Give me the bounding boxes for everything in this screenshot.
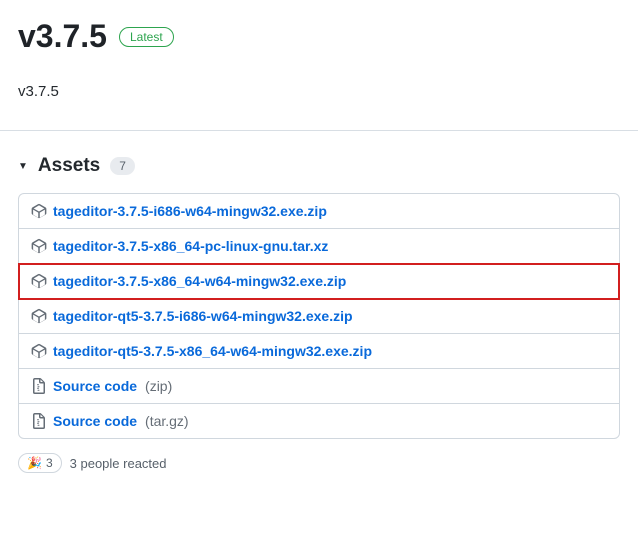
- file-zip-icon: [31, 378, 47, 394]
- reaction-summary: 3 people reacted: [70, 456, 167, 471]
- asset-row: tageditor-qt5-3.7.5-i686-w64-mingw32.exe…: [19, 299, 619, 334]
- assets-count: 7: [110, 157, 135, 175]
- package-icon: [31, 203, 47, 219]
- party-icon: 🎉: [27, 456, 42, 470]
- package-icon: [31, 273, 47, 289]
- package-icon: [31, 238, 47, 254]
- package-icon: [31, 343, 47, 359]
- assets-toggle[interactable]: ▼ Assets 7: [18, 155, 620, 177]
- reaction-button[interactable]: 🎉 3: [18, 453, 62, 473]
- assets-title: Assets: [38, 155, 100, 177]
- asset-row: tageditor-3.7.5-x86_64-pc-linux-gnu.tar.…: [19, 229, 619, 264]
- release-body: v3.7.5: [18, 83, 620, 100]
- file-zip-icon: [31, 413, 47, 429]
- asset-link[interactable]: Source code: [53, 413, 137, 429]
- latest-badge: Latest: [119, 27, 174, 47]
- asset-link[interactable]: tageditor-qt5-3.7.5-x86_64-w64-mingw32.e…: [53, 343, 372, 359]
- asset-link[interactable]: tageditor-qt5-3.7.5-i686-w64-mingw32.exe…: [53, 308, 353, 324]
- reaction-count: 3: [46, 456, 53, 470]
- asset-row: Source code (tar.gz): [19, 404, 619, 438]
- asset-format: (tar.gz): [145, 413, 189, 429]
- caret-down-icon: ▼: [18, 161, 28, 172]
- release-title: v3.7.5: [18, 18, 107, 55]
- asset-list: tageditor-3.7.5-i686-w64-mingw32.exe.zip…: [18, 193, 620, 439]
- asset-link[interactable]: tageditor-3.7.5-i686-w64-mingw32.exe.zip: [53, 203, 327, 219]
- asset-link[interactable]: tageditor-3.7.5-x86_64-pc-linux-gnu.tar.…: [53, 238, 328, 254]
- asset-link[interactable]: Source code: [53, 378, 137, 394]
- asset-row: tageditor-3.7.5-i686-w64-mingw32.exe.zip: [19, 194, 619, 229]
- divider: [0, 130, 638, 131]
- asset-link[interactable]: tageditor-3.7.5-x86_64-w64-mingw32.exe.z…: [53, 273, 346, 289]
- asset-row: tageditor-3.7.5-x86_64-w64-mingw32.exe.z…: [19, 264, 619, 299]
- package-icon: [31, 308, 47, 324]
- asset-row: Source code (zip): [19, 369, 619, 404]
- asset-row: tageditor-qt5-3.7.5-x86_64-w64-mingw32.e…: [19, 334, 619, 369]
- asset-format: (zip): [145, 378, 172, 394]
